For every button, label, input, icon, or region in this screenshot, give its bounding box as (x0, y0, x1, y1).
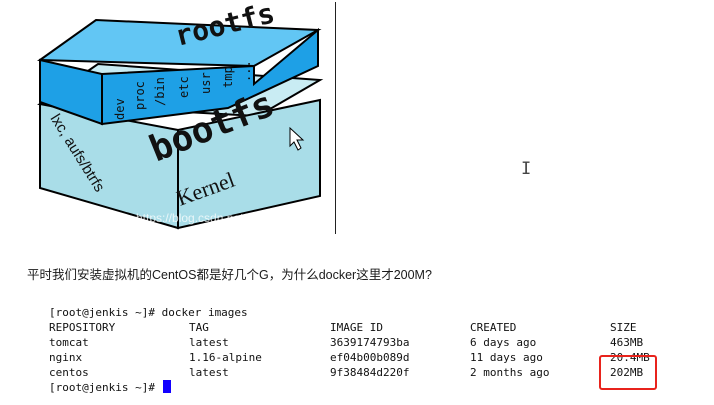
cell-image-id: ef04b00b089d (330, 351, 410, 364)
text-cursor-icon: I (521, 159, 532, 179)
cell-repository: nginx (49, 351, 83, 364)
rootfs-dir-more: ... (239, 60, 253, 82)
table-header: REPOSITORY TAG IMAGE ID CREATED SIZE (49, 320, 689, 335)
rootfs-dir-usr: usr (199, 72, 213, 94)
cell-tag: latest (189, 366, 229, 379)
cell-repository: centos (49, 366, 89, 379)
header-image-id: IMAGE ID (330, 321, 383, 334)
prompt-text: [root@jenkis ~]# (49, 381, 162, 394)
rootfs-dir-tmp: tmp (221, 66, 235, 88)
rootfs-dir-etc: etc (177, 76, 191, 98)
cell-tag: latest (189, 336, 229, 349)
cell-image-id: 3639174793ba (330, 336, 410, 349)
size-highlight-box (599, 355, 657, 390)
docker-layer-diagram: rootfs dev proc /bin etc usr tmp ... boo… (28, 0, 338, 236)
rootfs-dir-dev: dev (113, 98, 127, 120)
header-repository: REPOSITORY (49, 321, 116, 334)
cell-repository: tomcat (49, 336, 89, 349)
cell-created: 6 days ago (470, 336, 537, 349)
cell-tag: 1.16-alpine (189, 351, 262, 364)
question-text: 平时我们安装虚拟机的CentOS都是好几个G，为什么docker这里才200M? (27, 268, 432, 282)
cell-size: 463MB (610, 336, 644, 349)
prompt-line[interactable]: [root@jenkis ~]# (49, 380, 689, 395)
header-size: SIZE (610, 321, 637, 334)
header-tag: TAG (189, 321, 209, 334)
terminal-cursor (162, 380, 171, 393)
terminal-output[interactable]: [root@jenkis ~]# docker images REPOSITOR… (49, 305, 689, 395)
table-row: centos latest 9f38484d220f 2 months ago … (49, 365, 689, 380)
cell-created: 2 months ago (470, 366, 550, 379)
command-line: [root@jenkis ~]# docker images (49, 306, 248, 319)
layer-diagram-svg: rootfs dev proc /bin etc usr tmp ... boo… (36, 0, 324, 230)
table-row: nginx 1.16-alpine ef04b00b089d 11 days a… (49, 350, 689, 365)
vertical-divider (335, 2, 336, 234)
rootfs-dir-bin: /bin (153, 77, 167, 106)
cell-created: 11 days ago (470, 351, 543, 364)
cell-image-id: 9f38484d220f (330, 366, 410, 379)
watermark: https://blog.csdn.net/pjsdsg (136, 211, 281, 225)
page: rootfs dev proc /bin etc usr tmp ... boo… (0, 0, 714, 405)
rootfs-dir-proc: proc (133, 81, 147, 110)
header-created: CREATED (470, 321, 517, 334)
table-row: tomcat latest 3639174793ba 6 days ago 46… (49, 335, 689, 350)
